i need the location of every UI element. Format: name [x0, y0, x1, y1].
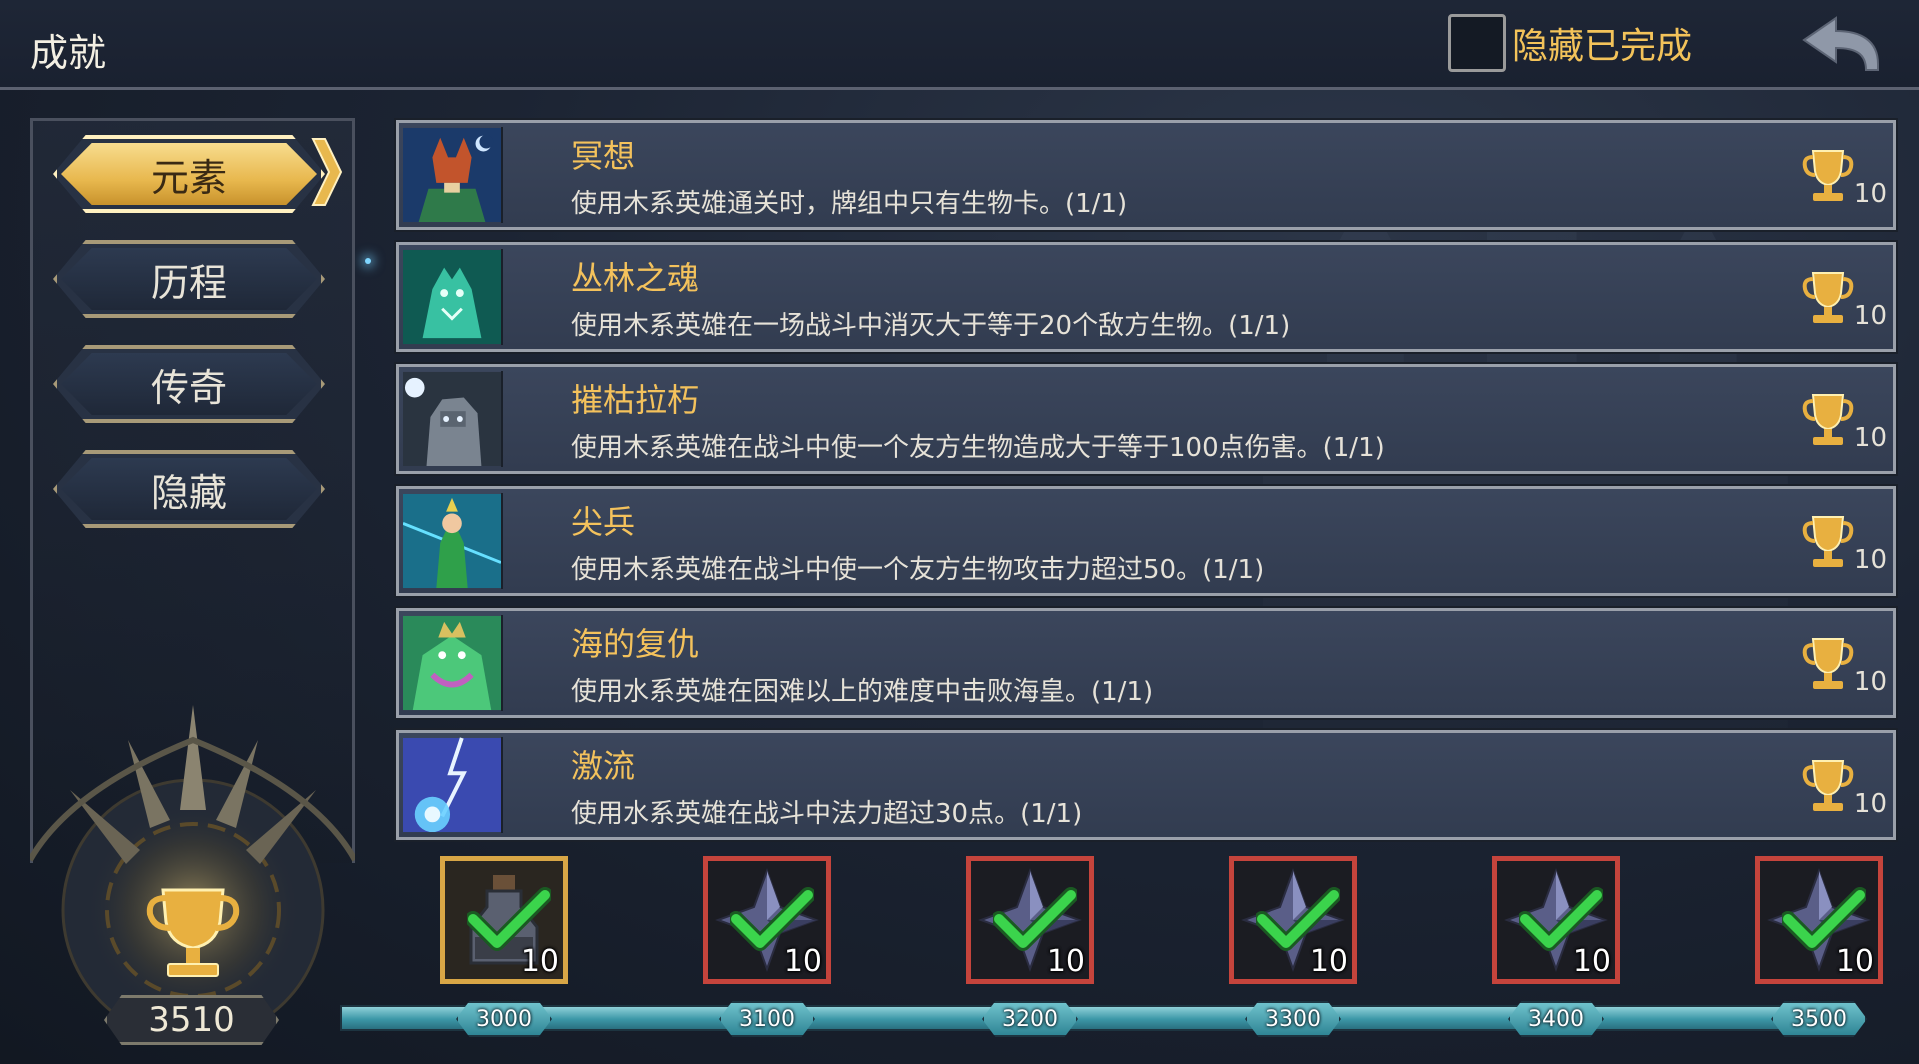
reward-count: 10: [1046, 944, 1085, 979]
reward-box[interactable]: 10: [440, 856, 568, 984]
claimed-check-icon: [1519, 887, 1603, 951]
reward-count: 10: [520, 944, 559, 979]
achievement-description: 使用水系英雄在困难以上的难度中击败海皇。(1/1): [571, 677, 1154, 707]
trophy-icon: [1802, 516, 1854, 567]
achievement-points: 10: [1853, 789, 1887, 819]
milestone-marker: 3200: [982, 1001, 1078, 1037]
total-points-value: 3510: [148, 1000, 235, 1040]
achievement-points: 10: [1853, 179, 1887, 209]
achievement-row: 丛林之魂 使用木系英雄在一场战斗中消灭大于等于20个敌方生物。(1/1) 10: [394, 240, 1898, 354]
hide-completed-checkbox[interactable]: [1448, 14, 1506, 72]
category-tab-label: 隐藏: [150, 470, 227, 515]
points-progress-track: [340, 1005, 1860, 1031]
achievement-description: 使用木系英雄在战斗中使一个友方生物造成大于等于100点伤害。(1/1): [571, 433, 1385, 463]
achievement-title: 尖兵: [571, 503, 636, 541]
category-tab-legend[interactable]: 传奇: [53, 345, 325, 423]
hide-completed-toggle[interactable]: 隐藏已完成: [1448, 14, 1692, 72]
back-arrow-icon[interactable]: [1800, 14, 1882, 74]
achievement-description: 使用木系英雄在一场战斗中消灭大于等于20个敌方生物。(1/1): [571, 311, 1291, 341]
claimed-check-icon: [1256, 887, 1340, 951]
background-star: [365, 258, 371, 264]
trophy-icon: [1802, 150, 1854, 201]
achievement-points: 10: [1853, 301, 1887, 331]
elf-archer-portrait-icon: [403, 493, 503, 589]
achievement-title: 激流: [571, 747, 636, 785]
achievement-title: 丛林之魂: [571, 259, 700, 297]
milestone-marker: 3300: [1245, 1001, 1341, 1037]
category-tab-label: 元素: [150, 155, 227, 200]
reward-count: 10: [1309, 944, 1348, 979]
achievement-row: 海的复仇 使用水系英雄在困难以上的难度中击败海皇。(1/1) 10: [394, 606, 1898, 720]
achievement-description: 使用水系英雄在战斗中法力超过30点。(1/1): [571, 799, 1083, 829]
claimed-check-icon: [993, 887, 1077, 951]
reward-box[interactable]: 10: [966, 856, 1094, 984]
achievement-points: 10: [1853, 667, 1887, 697]
category-tab-history[interactable]: 历程: [53, 240, 325, 318]
reward-box[interactable]: 10: [1492, 856, 1620, 984]
category-tab-label: 传奇: [150, 365, 227, 410]
milestone-marker: 3000: [456, 1001, 552, 1037]
milestone-marker: 3100: [719, 1001, 815, 1037]
reward-count: 10: [1835, 944, 1874, 979]
achievement-title: 冥想: [571, 137, 636, 175]
sea-king-portrait-icon: [403, 615, 503, 711]
achievement-points: 10: [1853, 423, 1887, 453]
hide-completed-label: 隐藏已完成: [1512, 26, 1693, 67]
stone-golem-portrait-icon: [403, 371, 503, 467]
category-tab-hidden[interactable]: 隐藏: [53, 450, 325, 528]
reward-count: 10: [1572, 944, 1611, 979]
achievement-points: 10: [1853, 545, 1887, 575]
trophy-icon: [1802, 272, 1854, 323]
page-title: 成就: [30, 31, 107, 75]
trophy-icon: [1802, 394, 1854, 445]
achievement-row: 激流 使用水系英雄在战斗中法力超过30点。(1/1) 10: [394, 728, 1898, 842]
reward-count: 10: [783, 944, 822, 979]
trophy-icon: [1802, 760, 1854, 811]
top-bar: 成就 隐藏已完成: [0, 0, 1919, 90]
achievement-description: 使用木系英雄通关时，牌组中只有生物卡。(1/1): [571, 189, 1128, 219]
category-tab-elements[interactable]: 元素: [53, 135, 325, 213]
total-points-plate: 3510: [104, 995, 279, 1045]
achievement-row: 摧枯拉朽 使用木系英雄在战斗中使一个友方生物造成大于等于100点伤害。(1/1)…: [394, 362, 1898, 476]
claimed-check-icon: [1782, 887, 1866, 951]
milestone-marker: 3400: [1508, 1001, 1604, 1037]
spirit-wolf-portrait-icon: [403, 249, 503, 345]
trophy-icon: [1802, 638, 1854, 689]
lightning-orb-portrait-icon: [403, 737, 503, 833]
active-chevron-icon: [311, 138, 343, 206]
category-tab-label: 历程: [150, 260, 227, 305]
reward-box[interactable]: 10: [1229, 856, 1357, 984]
achievement-description: 使用木系英雄在战斗中使一个友方生物攻击力超过50。(1/1): [571, 555, 1265, 585]
milestone-marker: 3500: [1771, 1001, 1867, 1037]
achievement-row: 尖兵 使用木系英雄在战斗中使一个友方生物攻击力超过50。(1/1) 10: [394, 484, 1898, 598]
claimed-check-icon: [730, 887, 814, 951]
fox-hero-portrait-icon: [403, 127, 503, 223]
claimed-check-icon: [467, 887, 551, 951]
achievement-title: 摧枯拉朽: [571, 381, 700, 419]
achievement-title: 海的复仇: [571, 625, 700, 663]
reward-box[interactable]: 10: [1755, 856, 1883, 984]
reward-box[interactable]: 10: [703, 856, 831, 984]
achievement-row: 冥想 使用木系英雄通关时，牌组中只有生物卡。(1/1) 10: [394, 118, 1898, 232]
